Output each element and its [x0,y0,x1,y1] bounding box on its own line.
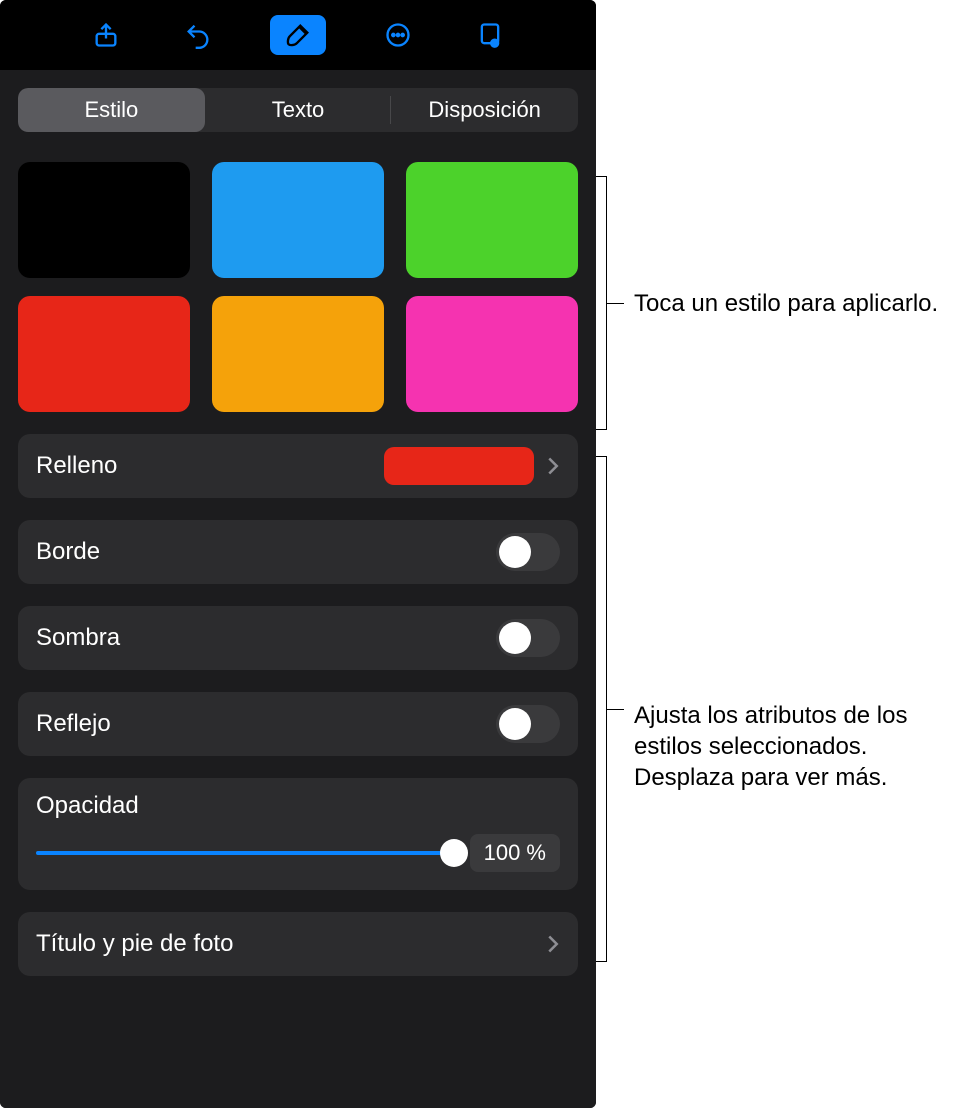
style-presets-grid [18,162,578,412]
document-view-icon[interactable] [470,15,510,55]
callout-bracket [606,176,607,430]
shadow-toggle[interactable] [496,619,560,657]
opacity-row: Opacidad 100 % [18,778,578,890]
tab-layout[interactable]: Disposición [391,88,578,132]
caption-row[interactable]: Título y pie de foto [18,912,578,976]
opacity-slider[interactable] [36,841,454,865]
format-panel-body: Estilo Texto Disposición Relleno Borde S… [0,70,596,1108]
style-swatch[interactable] [212,162,384,278]
callout-text: Toca un estilo para aplicarlo. [634,288,954,319]
segmented-tabs: Estilo Texto Disposición [18,88,578,132]
chevron-right-icon [546,934,560,954]
shadow-row[interactable]: Sombra [18,606,578,670]
opacity-label: Opacidad [36,792,560,820]
border-row[interactable]: Borde [18,520,578,584]
chevron-right-icon [546,456,560,476]
top-toolbar [0,0,596,70]
more-icon[interactable] [378,15,418,55]
reflection-row[interactable]: Reflejo [18,692,578,756]
reflection-toggle[interactable] [496,705,560,743]
style-swatch[interactable] [406,162,578,278]
undo-icon[interactable] [178,15,218,55]
style-swatch[interactable] [406,296,578,412]
style-swatch[interactable] [212,296,384,412]
shadow-label: Sombra [36,624,496,652]
fill-label: Relleno [36,452,384,480]
share-icon[interactable] [86,15,126,55]
border-label: Borde [36,538,496,566]
style-swatch[interactable] [18,162,190,278]
tab-style[interactable]: Estilo [18,88,205,132]
tab-text[interactable]: Texto [205,88,392,132]
caption-label: Título y pie de foto [36,930,546,958]
opacity-value: 100 % [470,834,560,872]
fill-color-preview [384,447,534,485]
reflection-label: Reflejo [36,710,496,738]
callout-bracket [606,456,607,962]
style-panel: Estilo Texto Disposición Relleno Borde S… [0,0,596,1108]
border-toggle[interactable] [496,533,560,571]
format-brush-icon[interactable] [270,15,326,55]
callout-text: Ajusta los atributos de los estilos sele… [634,700,964,794]
style-swatch[interactable] [18,296,190,412]
fill-row[interactable]: Relleno [18,434,578,498]
